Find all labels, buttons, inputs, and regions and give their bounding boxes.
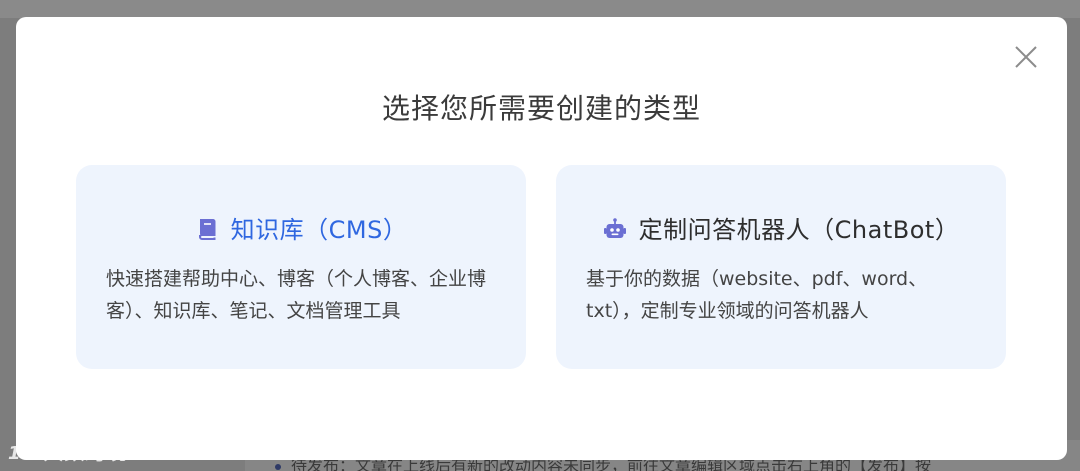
chatbot-card-title: 定制问答机器人（ChatBot） bbox=[638, 216, 960, 244]
book-icon bbox=[195, 217, 219, 241]
cms-card-header: 知识库（CMS） bbox=[76, 210, 526, 245]
cms-card-description: 快速搭建帮助中心、博客（个人博客、企业博客）、知识库、笔记、文档管理工具 bbox=[106, 268, 487, 322]
close-button[interactable] bbox=[1010, 41, 1042, 73]
robot-icon bbox=[603, 217, 627, 241]
chatbot-type-card[interactable]: 定制问答机器人（ChatBot） 基于你的数据（website、pdf、word… bbox=[556, 165, 1006, 369]
chatbot-card-description: 基于你的数据（website、pdf、word、txt），定制专业领域的问答机器… bbox=[586, 268, 928, 322]
cms-card-title: 知识库（CMS） bbox=[230, 216, 408, 244]
cms-type-card[interactable]: 知识库（CMS） 快速搭建帮助中心、博客（个人博客、企业博客）、知识库、笔记、文… bbox=[76, 165, 526, 369]
chatbot-card-header: 定制问答机器人（ChatBot） bbox=[556, 210, 1006, 245]
close-icon bbox=[1015, 46, 1037, 68]
dialog-title: 选择您所需要创建的类型 bbox=[381, 92, 701, 125]
background-header bbox=[0, 0, 1080, 18]
bullet-icon bbox=[275, 463, 281, 470]
create-type-dialog: 选择您所需要创建的类型 知识库（CMS） 快速搭建帮助中心、博客（个人博客、企业… bbox=[16, 17, 1067, 460]
